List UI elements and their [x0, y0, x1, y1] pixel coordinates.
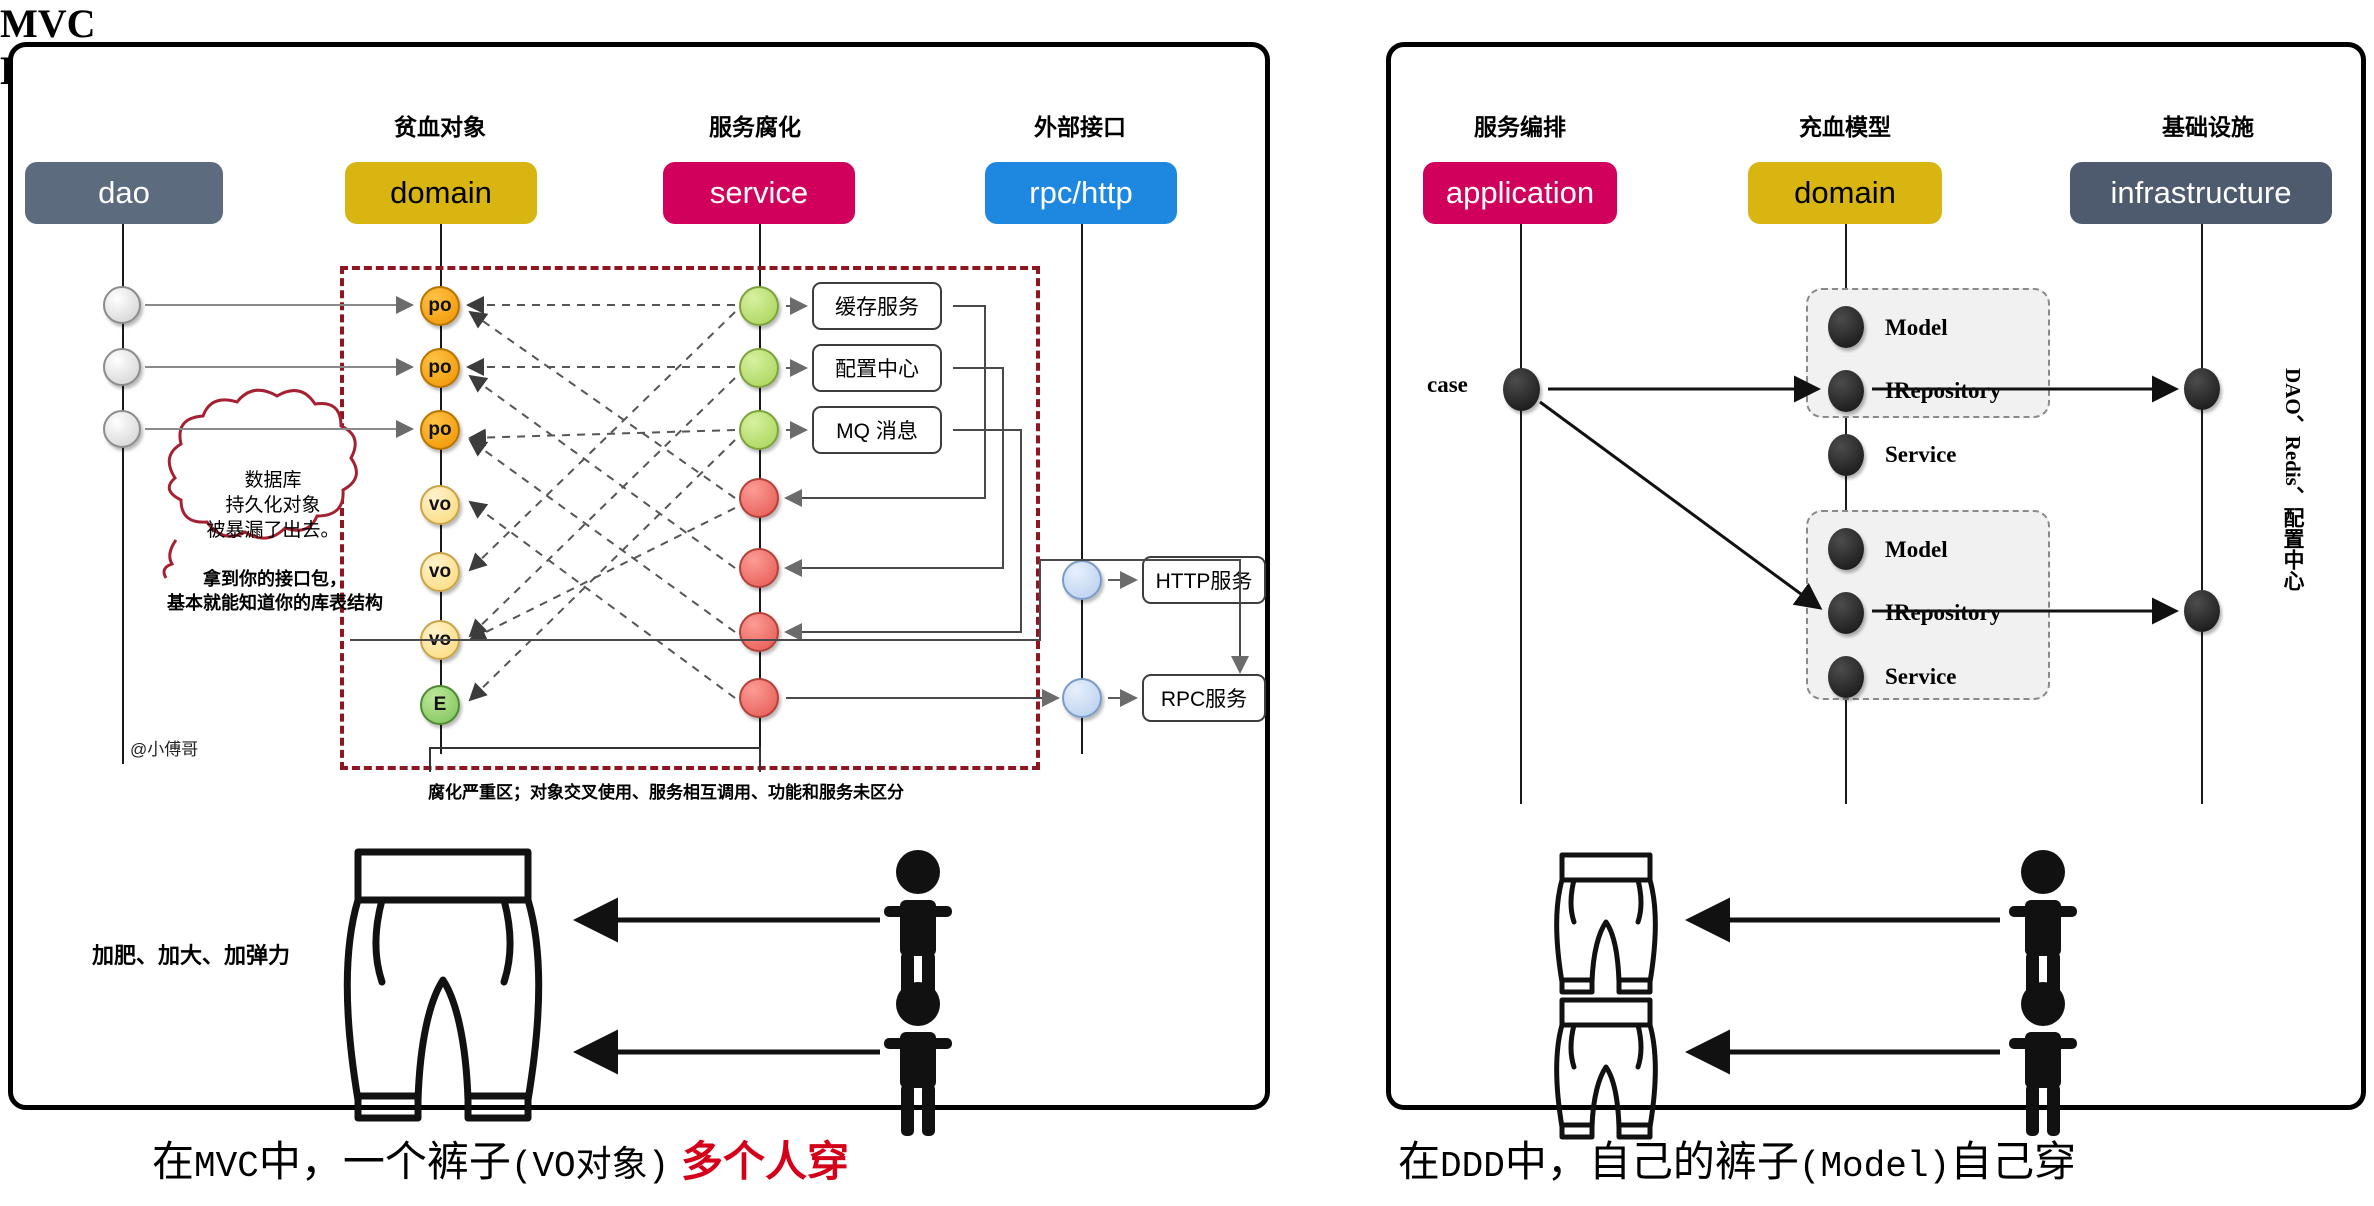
- mvc-lane-domain[interactable]: domain: [345, 162, 537, 224]
- ddd-infra-node-2[interactable]: [2184, 590, 2220, 632]
- ddd-infra-vertical-text: DAO、Redis、配置中心: [2281, 368, 2305, 591]
- mvc-cloud-line-3: 被暴漏了出去。: [206, 520, 340, 542]
- ddd-group-2-node-service[interactable]: [1828, 656, 1864, 698]
- mvc-domain-node-e[interactable]: E: [420, 685, 460, 725]
- ddd-lifeline-application: [1520, 224, 1522, 804]
- mvc-pants-note: 加肥、加大、加弹力: [92, 943, 291, 968]
- ddd-group-1-label-service: Service: [1885, 442, 1957, 467]
- mvc-caption-middle: 中，一个裤子: [258, 1138, 511, 1185]
- ddd-case-label: case: [1427, 372, 1468, 397]
- mvc-lifeline-rpchttp: [1081, 224, 1083, 754]
- mvc-caption-mono2: (VO对象): [510, 1146, 670, 1187]
- mvc-dao-node-2[interactable]: [103, 348, 141, 386]
- ddd-caption-mono1: DDD: [1440, 1146, 1505, 1187]
- mvc-service-node-7[interactable]: [739, 678, 779, 718]
- mvc-external-node-1[interactable]: [1062, 560, 1102, 600]
- ddd-lifeline-infrastructure: [2201, 224, 2203, 804]
- mvc-service-node-3[interactable]: [739, 410, 779, 450]
- ddd-colhead-rich-model: 充血模型: [1799, 114, 1891, 140]
- mvc-cloud-note-2: 基本就能知道你的库表结构: [167, 592, 383, 613]
- mvc-dao-node-3[interactable]: [103, 410, 141, 448]
- mvc-dao-node-1[interactable]: [103, 286, 141, 324]
- mvc-service-box-cache[interactable]: 缓存服务: [812, 282, 942, 330]
- mvc-service-node-1[interactable]: [739, 286, 779, 326]
- mvc-lane-rpchttp[interactable]: rpc/http: [985, 162, 1177, 224]
- ddd-group-2-node-irepository[interactable]: [1828, 592, 1864, 634]
- mvc-service-node-4[interactable]: [739, 478, 779, 518]
- mvc-service-box-config[interactable]: 配置中心: [812, 344, 942, 392]
- ddd-colhead-orchestration: 服务编排: [1474, 114, 1566, 140]
- ddd-colhead-infrastructure: 基础设施: [2162, 114, 2254, 140]
- ddd-caption-middle: 中，自己的裤子: [1504, 1138, 1799, 1185]
- ddd-group-1-node-model[interactable]: [1828, 306, 1864, 348]
- ddd-caption-prefix: 在: [1398, 1138, 1441, 1185]
- mvc-title: MVC: [0, 1, 96, 46]
- mvc-service-box-mq[interactable]: MQ 消息: [812, 406, 942, 454]
- mvc-colhead-domain: 贫血对象: [394, 114, 486, 140]
- mvc-service-node-2[interactable]: [739, 348, 779, 388]
- mvc-cloud-note: 拿到你的接口包， 基本就能知道你的库表结构: [110, 568, 440, 616]
- mvc-domain-node-po-3[interactable]: po: [420, 410, 460, 450]
- ddd-lane-application[interactable]: application: [1423, 162, 1617, 224]
- ddd-group-2-label-irepository: IRepository: [1885, 600, 2002, 625]
- mvc-lane-dao[interactable]: dao: [25, 162, 223, 224]
- mvc-zone-note: 腐化严重区；对象交叉使用、服务相互调用、功能和服务未区分: [428, 783, 904, 802]
- mvc-domain-node-vo-1[interactable]: vo: [420, 485, 460, 525]
- mvc-service-node-6[interactable]: [739, 612, 779, 652]
- mvc-domain-node-po-1[interactable]: po: [420, 286, 460, 326]
- ddd-group-1-node-service[interactable]: [1828, 434, 1864, 476]
- mvc-cloud-line-1: 数据库: [244, 470, 302, 491]
- mvc-caption-highlight: 多个人穿: [680, 1138, 849, 1185]
- mvc-lane-service[interactable]: service: [663, 162, 855, 224]
- mvc-external-box-rpc[interactable]: RPC服务: [1142, 674, 1266, 722]
- ddd-group-1-node-irepository[interactable]: [1828, 370, 1864, 412]
- mvc-external-node-2[interactable]: [1062, 678, 1102, 718]
- ddd-caption: 在DDD中，自己的裤子(Model)自己穿: [1398, 1128, 2076, 1189]
- ddd-group-2-node-model[interactable]: [1828, 528, 1864, 570]
- mvc-domain-node-vo-3[interactable]: vo: [420, 620, 460, 660]
- mvc-domain-node-po-2[interactable]: po: [420, 348, 460, 388]
- ddd-group-2-label-service: Service: [1885, 664, 1957, 689]
- ddd-group-1-label-irepository: IRepository: [1885, 378, 2002, 403]
- ddd-infra-node-1[interactable]: [2184, 368, 2220, 410]
- ddd-case-node[interactable]: [1503, 368, 1540, 411]
- ddd-caption-mono2: (Model): [1798, 1146, 1951, 1187]
- mvc-cloud-text: 数据库 持久化对象 被暴漏了出去。: [183, 468, 363, 543]
- ddd-lane-infrastructure[interactable]: infrastructure: [2070, 162, 2332, 224]
- mvc-service-node-5[interactable]: [739, 548, 779, 588]
- ddd-caption-suffix: 自己穿: [1950, 1138, 2077, 1185]
- mvc-cloud-line-2: 持久化对象: [225, 495, 321, 517]
- mvc-caption-mono1: MVC: [194, 1146, 259, 1187]
- mvc-external-box-http[interactable]: HTTP服务: [1142, 556, 1266, 604]
- ddd-group-1-label-model: Model: [1885, 315, 1948, 340]
- ddd-group-2-label-model: Model: [1885, 537, 1948, 562]
- mvc-cloud-note-1: 拿到你的接口包，: [203, 569, 347, 589]
- mvc-colhead-external: 外部接口: [1034, 114, 1126, 140]
- ddd-lane-domain[interactable]: domain: [1748, 162, 1942, 224]
- mvc-watermark: @小傅哥: [130, 740, 199, 759]
- mvc-colhead-service: 服务腐化: [709, 114, 801, 140]
- mvc-caption: 在MVC中，一个裤子(VO对象) 多个人穿: [152, 1128, 849, 1189]
- mvc-caption-prefix: 在: [152, 1138, 195, 1185]
